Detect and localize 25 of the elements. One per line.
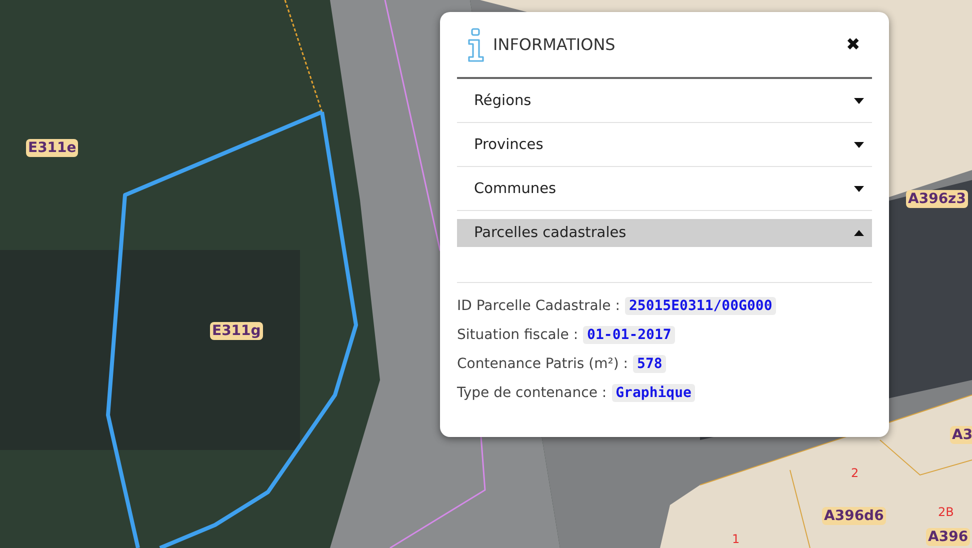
parcel-label: E311e bbox=[26, 139, 78, 157]
property-value: 578 bbox=[633, 354, 666, 372]
info-icon bbox=[467, 28, 485, 62]
parcel-label: A3 bbox=[950, 426, 972, 444]
caret-icon bbox=[854, 230, 864, 236]
caret-icon bbox=[854, 98, 864, 104]
parcel-label: A396z3 bbox=[906, 190, 968, 208]
panel-title: INFORMATIONS bbox=[493, 35, 616, 54]
caret-icon bbox=[854, 142, 864, 148]
caret-icon bbox=[854, 186, 864, 192]
parcel-label: A396 bbox=[926, 528, 970, 546]
property-label: Type de contenance : bbox=[457, 384, 607, 400]
property-value: Graphique bbox=[612, 384, 696, 402]
property-value: 25015E0311/00G000 bbox=[624, 296, 776, 314]
accordion-section[interactable]: Parcelles cadastrales bbox=[457, 219, 872, 247]
property-label: ID Parcelle Cadastrale : bbox=[457, 298, 620, 314]
parcel-number: 2B bbox=[938, 505, 954, 519]
property-label: Situation fiscale : bbox=[457, 326, 578, 342]
close-button[interactable]: ✖ bbox=[846, 34, 872, 55]
parcel-label: E311g bbox=[210, 322, 263, 340]
property-label: Contenance Patris (m²) : bbox=[457, 356, 628, 372]
parcel-number: 1 bbox=[732, 532, 740, 546]
property-value: 01-01-2017 bbox=[583, 326, 676, 344]
parcel-label: A396d6 bbox=[822, 507, 886, 525]
parcel-number: 2 bbox=[851, 466, 859, 480]
